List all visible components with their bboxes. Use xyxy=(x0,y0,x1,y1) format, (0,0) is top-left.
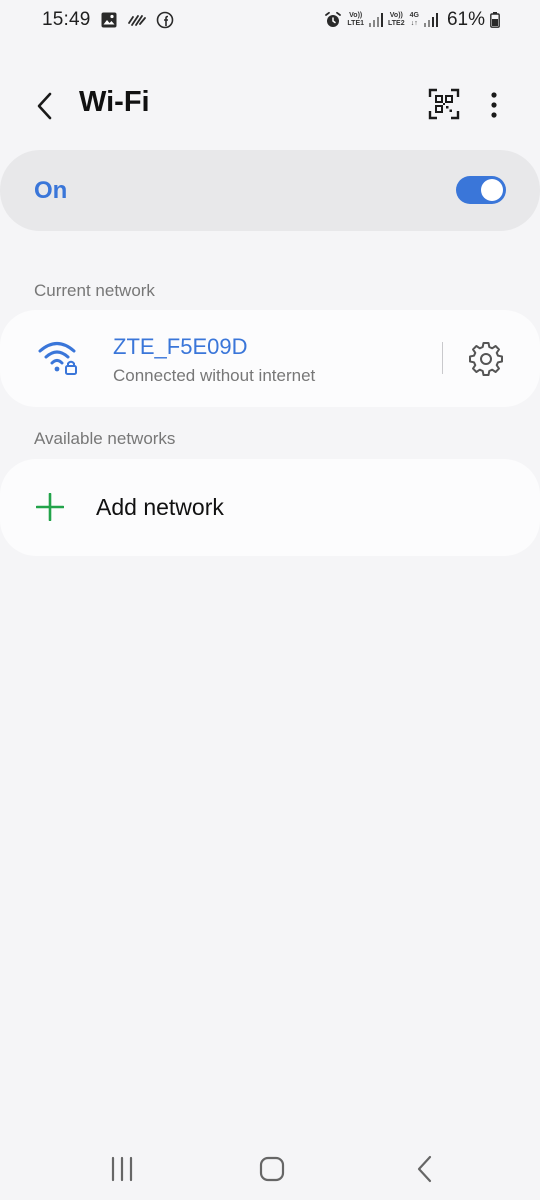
lte2-signal-icon: Vo)) LTE2 xyxy=(388,12,405,28)
alarm-icon xyxy=(324,11,342,29)
image-icon xyxy=(100,11,118,29)
header: Wi-Fi xyxy=(0,70,540,140)
recents-icon[interactable] xyxy=(108,1156,136,1182)
battery-percent: 61% xyxy=(446,9,485,30)
back-button[interactable] xyxy=(28,86,60,126)
updown-arrows: ↓↑ xyxy=(410,20,418,27)
lte1-signal-icon: Vo)) LTE1 xyxy=(347,12,364,28)
add-network-item[interactable]: Add network xyxy=(0,459,540,556)
qr-scan-icon xyxy=(428,88,460,120)
network-divider xyxy=(442,342,443,374)
more-options-button[interactable] xyxy=(482,88,506,122)
current-network-section-label: Current network xyxy=(34,281,155,300)
wifi-settings-screen: 15:49 Vo)) LTE1 Vo)) LTE2 4G ↓↑ 61% Wi-F… xyxy=(0,0,540,1200)
signal-wave-icon xyxy=(127,11,147,29)
facebook-icon xyxy=(156,11,174,29)
wifi-toggle-label: On xyxy=(34,177,68,204)
back-icon[interactable] xyxy=(412,1154,436,1184)
plus-icon xyxy=(36,493,64,521)
sim2-top: Vo)) xyxy=(389,12,403,19)
more-options-icon xyxy=(491,92,497,118)
navigation-bar xyxy=(0,1140,540,1200)
network-status: Connected without internet xyxy=(113,366,316,385)
home-icon[interactable] xyxy=(258,1155,286,1183)
sim2-bars-icon xyxy=(423,12,438,28)
sim1-bars-icon xyxy=(369,12,384,28)
wifi-locked-icon xyxy=(38,342,77,375)
wifi-switch[interactable] xyxy=(456,176,506,204)
sim2-bottom: LTE2 xyxy=(388,20,405,27)
status-left: 15:49 xyxy=(42,9,174,31)
4g-signal-icon: 4G ↓↑ xyxy=(410,12,419,28)
sim1-bottom: LTE1 xyxy=(347,20,365,27)
network-name: ZTE_F5E09D xyxy=(113,334,248,359)
page-title: Wi-Fi xyxy=(79,86,150,118)
available-networks-section-label: Available networks xyxy=(34,429,176,448)
gear-icon[interactable] xyxy=(468,340,504,376)
qr-scan-button[interactable] xyxy=(428,88,460,120)
status-bar: 15:49 Vo)) LTE1 Vo)) LTE2 4G ↓↑ 61% xyxy=(0,0,540,42)
add-network-label: Add network xyxy=(96,494,224,520)
battery-icon xyxy=(490,12,500,28)
sim1-top: Vo)) xyxy=(349,12,363,19)
status-right: Vo)) LTE1 Vo)) LTE2 4G ↓↑ 61% xyxy=(324,9,500,31)
back-arrow-icon xyxy=(37,92,52,120)
status-time: 15:49 xyxy=(42,9,91,30)
current-network-item[interactable]: ZTE_F5E09D Connected without internet xyxy=(0,310,540,407)
data-type-label: 4G xyxy=(409,12,419,19)
switch-knob xyxy=(481,179,503,201)
